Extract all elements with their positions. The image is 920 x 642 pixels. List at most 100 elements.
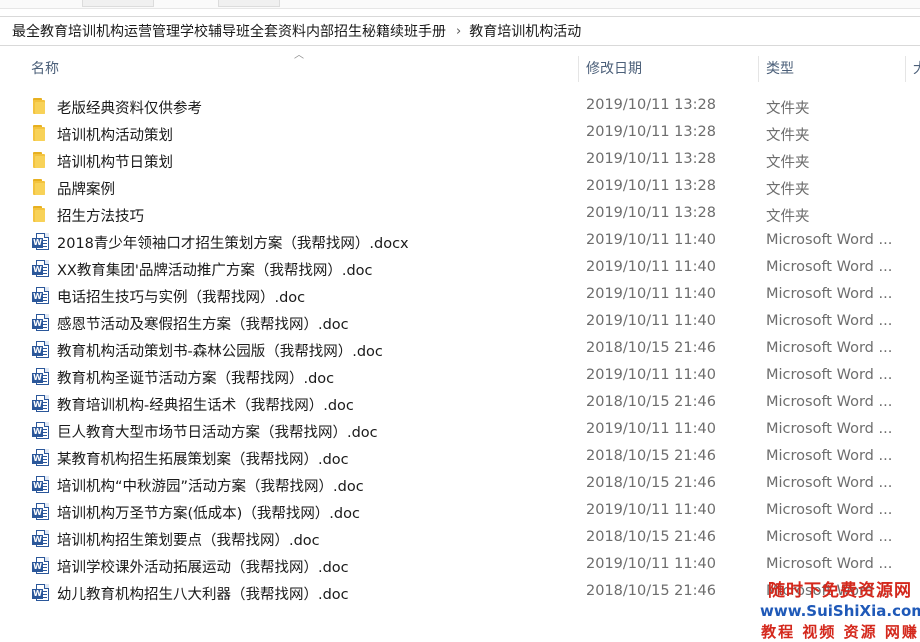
ribbon-tab-fragment [218,0,280,7]
file-date: 2018/10/15 21:46 [586,394,716,410]
file-name: 幼儿教育机构招生八大利器（我帮找网）.doc [57,587,349,603]
word-doc-icon: W [32,287,50,305]
file-date: 2019/10/11 11:40 [586,259,716,275]
file-type: Microsoft Word ... [766,556,893,572]
file-type: Microsoft Word ... [766,232,893,248]
word-doc-icon: W [32,503,50,521]
folder-icon [32,125,50,143]
file-date: 2019/10/11 11:40 [586,502,716,518]
column-header-type[interactable]: 类型 [766,52,794,86]
file-row[interactable]: W 培训学校课外活动拓展运动（我帮找网）.doc 2019/10/11 11:40 M… [0,552,920,579]
file-row[interactable]: W 某教育机构招生拓展策划案（我帮找网）.doc 2018/10/15 21:46 M… [0,444,920,471]
file-row[interactable]: W 教育培训机构-经典招生话术（我帮找网）.doc 2018/10/15 21:46… [0,390,920,417]
file-row[interactable]: W 电话招生技巧与实例（我帮找网）.doc 2019/10/11 11:40 Micr… [0,282,920,309]
file-row[interactable]: W 培训机构“中秋游园”活动方案（我帮找网）.doc 2018/10/15 21:4… [0,471,920,498]
file-name: 培训学校课外活动拓展运动（我帮找网）.doc [57,560,349,576]
file-type: Microsoft Word ... [766,502,893,518]
watermark-line1: 随时下免费资源网 [768,581,912,601]
file-type: Microsoft Word ... [766,340,893,356]
word-doc-icon: W [32,476,50,494]
file-row[interactable]: W 巨人教育大型市场节日活动方案（我帮找网）.doc 2019/10/11 11:4… [0,417,920,444]
address-bar[interactable]: 最全教育培训机构运营管理学校辅导班全套资料内部招生秘籍续班手册 › 教育培训机构… [0,16,920,46]
word-doc-icon: W [32,422,50,440]
file-name: 2018青少年领袖口才招生策划方案（我帮找网）.docx [57,236,409,252]
file-row[interactable]: W 感恩节活动及寒假招生方案（我帮找网）.doc 2019/10/11 11:40 M… [0,309,920,336]
file-name: 招生方法技巧 [57,209,144,225]
file-date: 2019/10/11 13:28 [586,124,716,140]
file-type: Microsoft Word ... [766,259,893,275]
word-doc-icon: W [32,584,50,602]
file-name: 某教育机构招生拓展策划案（我帮找网）.doc [57,452,349,468]
file-type: Microsoft Word ... [766,286,893,302]
file-date: 2019/10/11 11:40 [586,313,716,329]
file-type: Microsoft Word ... [766,367,893,383]
file-name: 老版经典资料仅供参考 [57,101,202,117]
file-date: 2018/10/15 21:46 [586,583,716,599]
column-divider[interactable] [758,56,759,82]
file-date: 2018/10/15 21:46 [586,475,716,491]
watermark-line3: 教程 视频 资源 网赚 [761,623,919,641]
file-row[interactable]: 招生方法技巧 2019/10/11 13:28 文件夹 [0,201,920,228]
file-list: 老版经典资料仅供参考 2019/10/11 13:28 文件夹 培训机构活动策划 201… [0,93,920,606]
word-doc-icon: W [32,449,50,467]
file-row[interactable]: 培训机构活动策划 2019/10/11 13:28 文件夹 [0,120,920,147]
file-row[interactable]: W XX教育集团'品牌活动推广方案（我帮找网）.doc 2019/10/11 11:… [0,255,920,282]
word-doc-icon: W [32,530,50,548]
file-row[interactable]: W 培训机构招生策划要点（我帮找网）.doc 2018/10/15 21:46 Mic… [0,525,920,552]
file-type: Microsoft Word ... [766,421,893,437]
column-header-name[interactable]: 名称 [31,52,59,86]
folder-icon [32,152,50,170]
file-date: 2019/10/11 11:40 [586,421,716,437]
column-header-row: 名称 修改日期 类型 大 [0,52,920,86]
file-row[interactable]: 品牌案例 2019/10/11 13:28 文件夹 [0,174,920,201]
file-date: 2019/10/11 13:28 [586,97,716,113]
file-name: 电话招生技巧与实例（我帮找网）.doc [57,290,306,306]
folder-icon [32,206,50,224]
watermark-line2: www.SuiShiXia.com [760,602,920,620]
file-date: 2019/10/11 13:28 [586,178,716,194]
word-doc-icon: W [32,233,50,251]
file-row[interactable]: 培训机构节日策划 2019/10/11 13:28 文件夹 [0,147,920,174]
file-type: 文件夹 [766,155,810,171]
file-date: 2019/10/11 11:40 [586,556,716,572]
folder-icon [32,179,50,197]
file-name: 教育机构活动策划书-森林公园版（我帮找网）.doc [57,344,383,360]
word-doc-icon: W [32,395,50,413]
file-type: 文件夹 [766,128,810,144]
ribbon-tab-fragment [82,0,154,7]
file-type: 文件夹 [766,209,810,225]
column-header-size[interactable]: 大 [913,52,920,86]
word-doc-icon: W [32,557,50,575]
file-type: Microsoft Word ... [766,313,893,329]
file-name: 培训机构招生策划要点（我帮找网）.doc [57,533,320,549]
column-divider[interactable] [905,56,906,82]
file-date: 2018/10/15 21:46 [586,340,716,356]
file-row[interactable]: W 培训机构万圣节方案(低成本)（我帮找网）.doc 2019/10/11 11:4… [0,498,920,525]
file-name: 教育培训机构-经典招生话术（我帮找网）.doc [57,398,354,414]
file-name: 培训机构“中秋游园”活动方案（我帮找网）.doc [57,479,364,495]
file-row[interactable]: W 教育机构圣诞节活动方案（我帮找网）.doc 2019/10/11 11:40 Mi… [0,363,920,390]
file-date: 2018/10/15 21:46 [586,529,716,545]
breadcrumb-current[interactable]: 教育培训机构活动 [469,21,581,41]
file-row[interactable]: 老版经典资料仅供参考 2019/10/11 13:28 文件夹 [0,93,920,120]
file-type: 文件夹 [766,182,810,198]
file-row[interactable]: W 2018青少年领袖口才招生策划方案（我帮找网）.docx 2019/10/11 … [0,228,920,255]
word-doc-icon: W [32,341,50,359]
file-type: 文件夹 [766,101,810,117]
file-date: 2019/10/11 13:28 [586,151,716,167]
file-name: 巨人教育大型市场节日活动方案（我帮找网）.doc [57,425,378,441]
file-name: 品牌案例 [57,182,115,198]
folder-icon [32,98,50,116]
file-type: Microsoft Word ... [766,529,893,545]
file-date: 2019/10/11 11:40 [586,232,716,248]
file-row[interactable]: W 教育机构活动策划书-森林公园版（我帮找网）.doc 2018/10/15 21:… [0,336,920,363]
file-name: XX教育集团'品牌活动推广方案（我帮找网）.doc [57,263,373,279]
column-header-date[interactable]: 修改日期 [586,52,642,86]
file-name: 感恩节活动及寒假招生方案（我帮找网）.doc [57,317,349,333]
breadcrumb-parent[interactable]: 最全教育培训机构运营管理学校辅导班全套资料内部招生秘籍续班手册 [0,21,446,41]
column-divider[interactable] [578,56,579,82]
file-date: 2019/10/11 11:40 [586,367,716,383]
file-name: 培训机构活动策划 [57,128,173,144]
breadcrumb-chevron-icon[interactable]: › [446,24,469,39]
file-date: 2018/10/15 21:46 [586,448,716,464]
